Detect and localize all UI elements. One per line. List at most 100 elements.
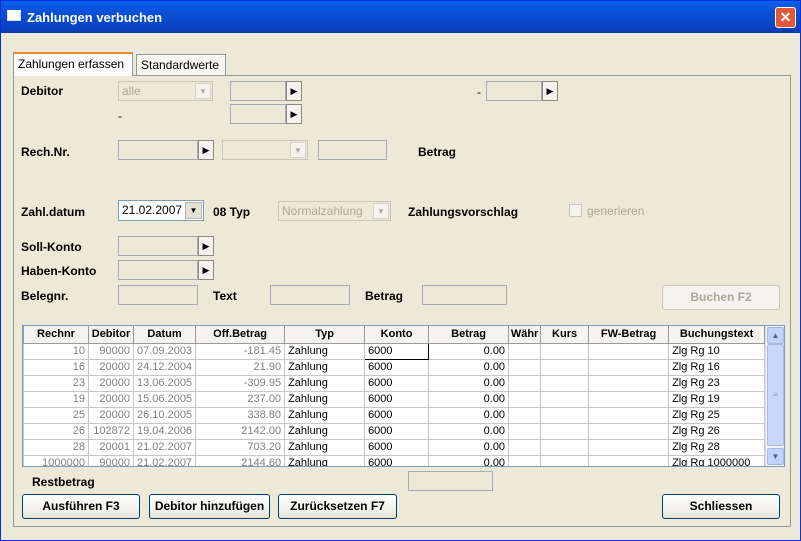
vertical-scrollbar[interactable]: ▲ ≡ ▼ [765, 326, 784, 466]
scroll-up-button[interactable]: ▲ [767, 327, 784, 344]
column-header[interactable]: Typ [284, 326, 366, 344]
table-cell[interactable] [540, 422, 590, 440]
table-cell[interactable]: 24.12.2004 [132, 358, 197, 376]
table-cell[interactable]: Zlg Rg 25 [668, 406, 766, 424]
table-cell[interactable] [540, 438, 590, 456]
table-cell[interactable]: 0.00 [428, 342, 510, 360]
table-cell[interactable]: 28 [23, 438, 89, 456]
betrag-field[interactable] [422, 285, 507, 305]
debitor-to2-lookup-button[interactable]: ▶ [286, 104, 302, 124]
table-cell[interactable] [588, 454, 670, 466]
ausfuehren-button[interactable]: Ausführen F3 [22, 494, 140, 519]
table-cell[interactable]: 21.02.2007 [132, 438, 197, 456]
table-cell[interactable] [588, 406, 670, 424]
table-cell[interactable] [588, 342, 670, 360]
table-cell[interactable]: Zahlung [284, 342, 366, 360]
table-cell[interactable]: Zlg Rg 16 [668, 358, 766, 376]
table-cell[interactable]: 6000 [364, 406, 430, 424]
payments-table[interactable]: Rechnr Debitor Datum Off.Betrag Typ Kont… [22, 325, 785, 467]
table-cell[interactable] [540, 454, 590, 466]
debitor-from-field[interactable] [230, 81, 286, 101]
table-row[interactable]: 19 20000 15.06.2005 237.00 Zahlung 6000 0.00 Zl… [23, 390, 766, 408]
table-cell[interactable]: 20001 [88, 438, 134, 456]
table-cell[interactable]: Zahlung [284, 374, 366, 392]
table-cell[interactable]: 2144.60 [195, 454, 286, 466]
table-cell[interactable]: 102872 [88, 422, 134, 440]
table-cell[interactable]: 21.02.2007 [132, 454, 197, 466]
table-row[interactable]: 28 20001 21.02.2007 703.20 Zahlung 6000 0.00 Zl… [23, 438, 766, 456]
debitor-to2-field[interactable] [230, 104, 286, 124]
scroll-thumb[interactable]: ≡ [767, 344, 784, 446]
schliessen-button[interactable]: Schliessen [662, 494, 780, 519]
table-cell[interactable] [508, 438, 542, 456]
table-cell[interactable]: 6000 [364, 390, 430, 408]
buchen-button[interactable]: Buchen F2 [662, 285, 780, 310]
table-row[interactable]: 10 90000 07.09.2003 -181.45 Zahlung 6000 0.00 Z… [23, 342, 766, 360]
typ-combo[interactable]: Normalzahlung ▼ [278, 201, 391, 221]
table-cell[interactable]: Zahlung [284, 406, 366, 424]
table-cell[interactable] [508, 406, 542, 424]
table-cell[interactable]: 25 [23, 406, 89, 424]
table-cell[interactable]: 6000 [364, 358, 430, 376]
table-cell[interactable] [540, 374, 590, 392]
table-cell[interactable]: 237.00 [195, 390, 286, 408]
table-cell[interactable]: -309.95 [195, 374, 286, 392]
table-row[interactable]: 26 102872 19.04.2006 2142.00 Zahlung 6000 0.00… [23, 422, 766, 440]
table-cell[interactable]: Zlg Rg 10 [668, 342, 766, 360]
table-cell[interactable] [508, 454, 542, 466]
rechnr-lookup-button[interactable]: ▶ [198, 140, 214, 160]
haben-konto-lookup-button[interactable]: ▶ [198, 260, 214, 280]
table-cell[interactable]: Zahlung [284, 358, 366, 376]
table-cell[interactable]: 6000 [364, 454, 430, 466]
zuruecksetzen-button[interactable]: Zurücksetzen F7 [278, 494, 397, 519]
table-cell[interactable] [508, 342, 542, 360]
table-cell[interactable]: 21.90 [195, 358, 286, 376]
table-cell[interactable]: 26.10.2005 [132, 406, 197, 424]
chevron-down-icon[interactable]: ▼ [195, 83, 211, 99]
title-bar[interactable]: Zahlungen verbuchen ✕ [1, 1, 800, 33]
table-cell[interactable]: 0.00 [428, 438, 510, 456]
table-row[interactable]: 16 20000 24.12.2004 21.90 Zahlung 6000 0.00 Zlg… [23, 358, 766, 376]
table-row[interactable]: 25 20000 26.10.2005 338.80 Zahlung 6000 0.00 Zl… [23, 406, 766, 424]
table-cell[interactable] [540, 390, 590, 408]
table-cell[interactable]: 19.04.2006 [132, 422, 197, 440]
table-cell[interactable]: Zahlung [284, 422, 366, 440]
chevron-down-icon[interactable]: ▼ [373, 203, 389, 219]
table-cell[interactable]: Zlg Rg 23 [668, 374, 766, 392]
table-cell[interactable]: 13.06.2005 [132, 374, 197, 392]
column-header[interactable]: Buchungstext [668, 326, 766, 344]
table-cell[interactable] [508, 374, 542, 392]
table-cell[interactable]: Zlg Rg 19 [668, 390, 766, 408]
chevron-down-icon[interactable]: ▼ [290, 142, 306, 158]
debitor-hinzufuegen-button[interactable]: Debitor hinzufügen [149, 494, 270, 519]
table-cell[interactable]: 19 [23, 390, 89, 408]
table-cell[interactable]: Zlg Rg 26 [668, 422, 766, 440]
table-cell[interactable]: 338.80 [195, 406, 286, 424]
generieren-checkbox[interactable] [569, 204, 582, 217]
table-cell[interactable] [540, 406, 590, 424]
table-row[interactable]: 23 20000 13.06.2005 -309.95 Zahlung 6000 0.00 Z… [23, 374, 766, 392]
tab-standardwerte[interactable]: Standardwerte [136, 54, 226, 76]
debitor-to-lookup-button[interactable]: ▶ [542, 81, 558, 101]
column-header[interactable]: Datum [132, 326, 197, 344]
table-cell[interactable]: 0.00 [428, 390, 510, 408]
column-header[interactable]: Betrag [428, 326, 510, 344]
table-cell[interactable] [540, 342, 590, 360]
table-cell[interactable]: 20000 [88, 390, 134, 408]
table-cell[interactable]: 0.00 [428, 454, 510, 466]
table-cell[interactable] [588, 390, 670, 408]
table-cell[interactable] [508, 390, 542, 408]
tab-zahlungen-erfassen[interactable]: Zahlungen erfassen [13, 52, 133, 76]
table-cell[interactable]: 0.00 [428, 374, 510, 392]
table-cell[interactable]: 0.00 [428, 422, 510, 440]
text-field[interactable] [270, 285, 350, 305]
table-row[interactable]: 1000000 90000 21.02.2007 2144.60 Zahlung 6000… [23, 454, 766, 466]
rechnr-amount-field[interactable] [318, 140, 387, 160]
table-cell[interactable]: 07.09.2003 [132, 342, 197, 360]
table-cell[interactable]: 6000 [364, 438, 430, 456]
table-cell[interactable]: 0.00 [428, 406, 510, 424]
table-cell[interactable]: 703.20 [195, 438, 286, 456]
belegnr-field[interactable] [118, 285, 198, 305]
column-header[interactable]: Debitor [88, 326, 134, 344]
table-cell[interactable] [588, 358, 670, 376]
